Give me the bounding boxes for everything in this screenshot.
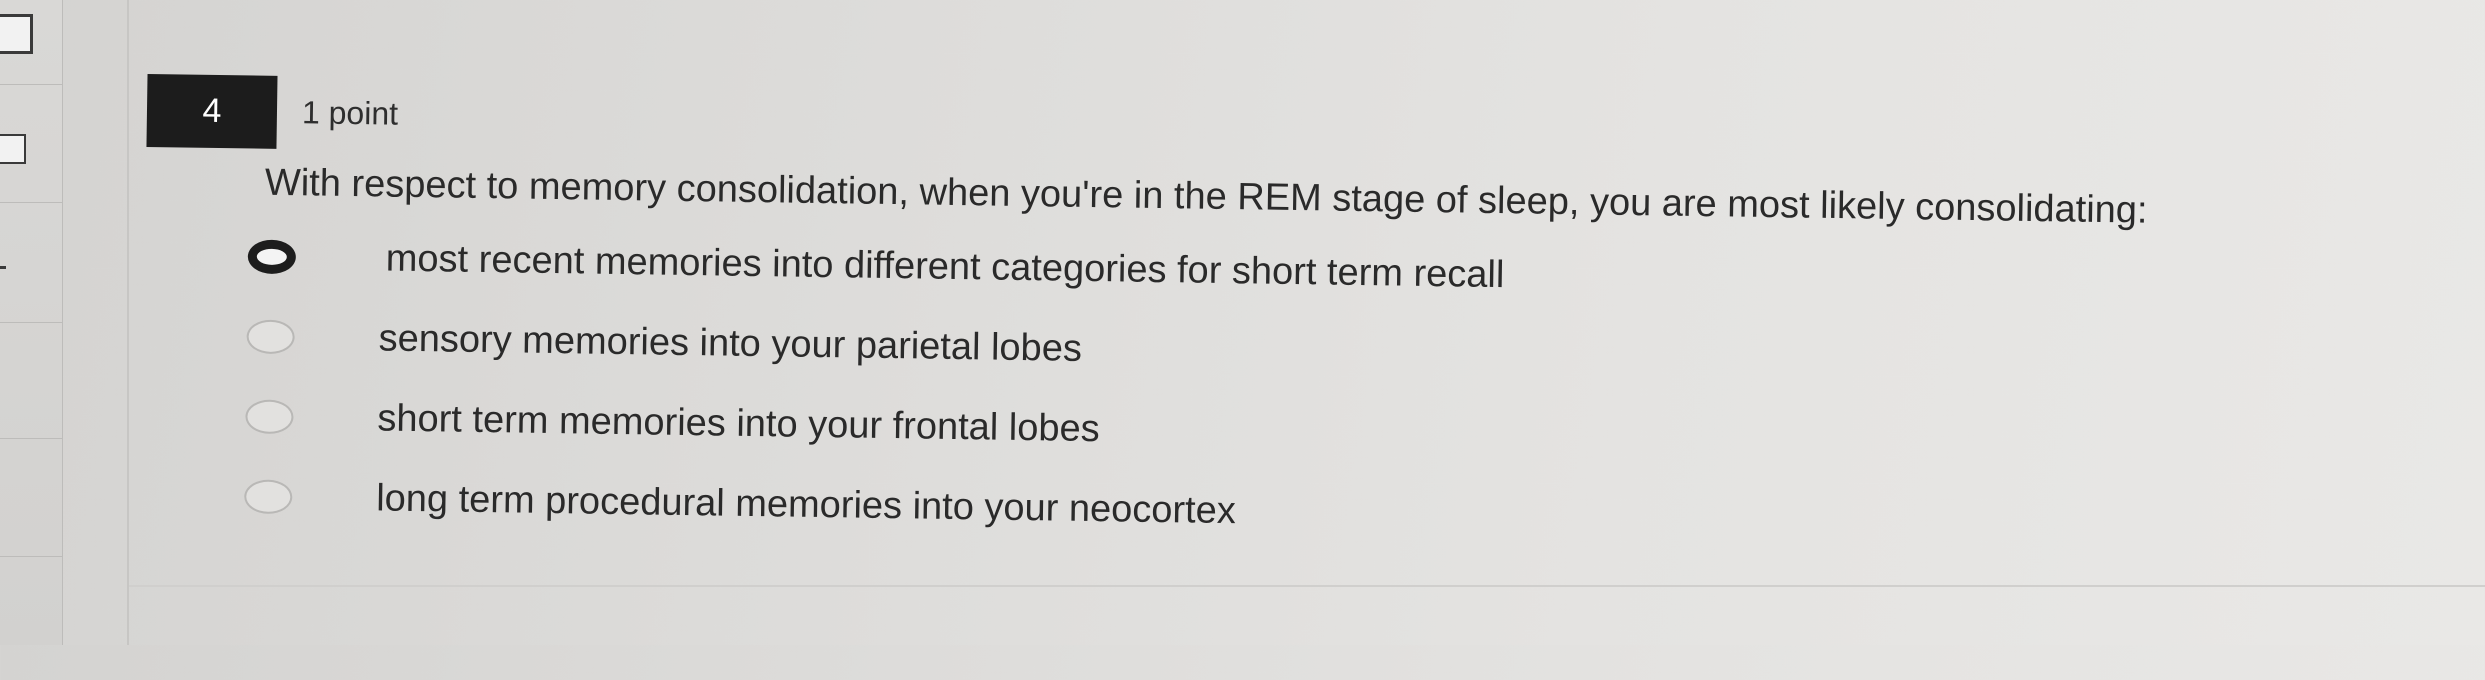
answer-option[interactable]: long term procedural memories into your …	[244, 466, 1236, 541]
answer-option[interactable]: short term memories into your frontal lo…	[245, 386, 1100, 459]
radio-button[interactable]	[245, 399, 294, 435]
radio-button[interactable]	[246, 319, 295, 355]
question-card: 4 1 point With respect to memory consoli…	[0, 0, 2485, 680]
answer-option[interactable]: most recent memories into different cate…	[247, 226, 1505, 305]
answer-option[interactable]: sensory memories into your parietal lobe…	[246, 306, 1082, 378]
question-text: With respect to memory consolidation, wh…	[264, 161, 2148, 232]
answer-option-label[interactable]: long term procedural memories into your …	[376, 477, 1236, 533]
answer-option-label[interactable]: most recent memories into different cate…	[386, 237, 1505, 297]
question-number-badge: 4	[146, 73, 278, 149]
answer-option-label[interactable]: short term memories into your frontal lo…	[377, 397, 1100, 451]
radio-button[interactable]	[244, 479, 293, 515]
answer-option-label[interactable]: sensory memories into your parietal lobe…	[378, 317, 1082, 370]
question-points: 1 point	[301, 94, 399, 132]
radio-button-selected[interactable]	[247, 239, 297, 275]
